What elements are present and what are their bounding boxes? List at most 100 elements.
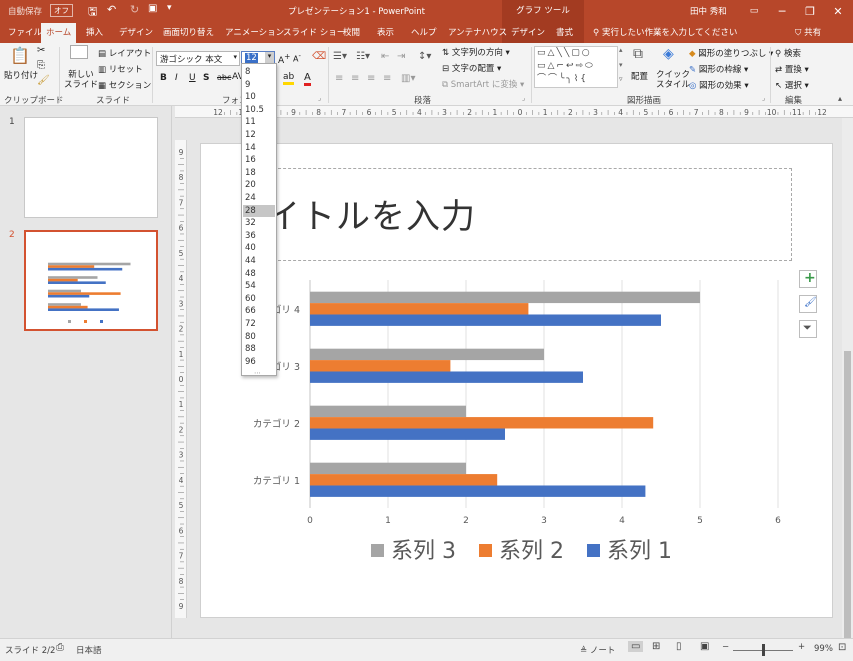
reset-button[interactable]: ▥ リセット <box>98 63 143 75</box>
clear-formatting-icon[interactable]: ⌫ <box>312 51 326 62</box>
new-slide-button[interactable]: 新しい スライド <box>64 70 98 90</box>
tab-insert[interactable]: 挿入 <box>81 23 108 43</box>
font-size-option[interactable]: 96 <box>243 356 275 369</box>
zoom-level[interactable]: 99% <box>814 644 833 654</box>
italic-icon[interactable]: I <box>175 73 178 83</box>
collapse-ribbon-icon[interactable]: ▴ <box>838 94 842 103</box>
bold-icon[interactable]: B <box>160 73 167 83</box>
reading-view-icon[interactable]: ▯ <box>676 641 682 652</box>
font-size-option[interactable]: 10 <box>243 91 275 104</box>
gallery-scroll-up-icon[interactable]: ▴ <box>619 46 623 54</box>
slide-thumbnail-1[interactable] <box>24 117 158 218</box>
columns-icon[interactable]: ▥▾ <box>401 73 415 84</box>
font-size-option[interactable]: 9 <box>243 79 275 92</box>
text-direction-button[interactable]: ⇅ 文字列の方向 ▾ <box>442 46 510 58</box>
autosave-toggle[interactable]: オフ <box>50 4 73 17</box>
copy-icon[interactable]: ⎘ <box>37 60 45 71</box>
zoom-in-icon[interactable]: + <box>798 642 805 652</box>
font-size-option[interactable]: 20 <box>243 179 275 192</box>
increase-indent-icon[interactable]: ⇥ <box>397 51 405 62</box>
highlight-icon[interactable]: ab <box>283 72 295 85</box>
close-button[interactable]: ✕ <box>824 0 852 23</box>
tell-me-search[interactable]: ⚲ 実行したい作業を入力してください <box>588 23 742 43</box>
font-size-option[interactable]: 12 <box>243 129 275 142</box>
select-button[interactable]: ↖ 選択 ▾ <box>775 79 809 91</box>
language-indicator[interactable]: 日本語 <box>76 644 102 656</box>
layout-button[interactable]: ▤ レイアウト <box>98 47 151 59</box>
smartart-button[interactable]: ⧉ SmartArt に変換 ▾ <box>442 78 524 90</box>
user-name[interactable]: 田中 秀和 <box>690 5 727 17</box>
font-size-option[interactable]: 48 <box>243 268 275 281</box>
font-size-option[interactable]: 72 <box>243 318 275 331</box>
replace-button[interactable]: ⇄ 置換 ▾ <box>775 63 809 75</box>
justify-icon[interactable]: ≡ <box>383 73 391 84</box>
dialog-launcher-icon[interactable]: ⌟ <box>522 94 525 102</box>
format-painter-icon[interactable]: 🖌 <box>37 75 50 86</box>
gallery-more-icon[interactable]: ▿ <box>619 75 623 83</box>
numbering-icon[interactable]: ☷▾ <box>356 51 370 62</box>
tab-view[interactable]: 表示 <box>372 23 399 43</box>
font-size-option[interactable]: 36 <box>243 230 275 243</box>
tab-review[interactable]: 校閲 <box>338 23 365 43</box>
new-slide-icon[interactable] <box>70 45 88 59</box>
quick-styles-icon[interactable]: ◈ <box>663 46 674 62</box>
align-text-button[interactable]: ⊟ 文字の配置 ▾ <box>442 62 501 74</box>
font-size-option[interactable]: 66 <box>243 305 275 318</box>
spellcheck-icon[interactable]: ⎙ <box>56 642 64 653</box>
minimize-button[interactable]: ─ <box>768 0 796 23</box>
arrange-button[interactable]: 配置 <box>631 70 648 82</box>
section-button[interactable]: ▦ セクション <box>98 79 151 91</box>
fit-to-window-icon[interactable]: ⊡ <box>838 642 846 653</box>
bullets-icon[interactable]: ☰▾ <box>333 51 347 62</box>
customize-qat-icon[interactable]: ▾ <box>167 3 172 13</box>
font-size-option[interactable]: 44 <box>243 255 275 268</box>
shapes-gallery[interactable]: ▭△╲╲▢○ ▭△⌐↩⇨⬭ ⌒⌒╰╮⌇{ <box>534 46 618 88</box>
font-name-combobox[interactable]: 游ゴシック 本文 ▾ <box>156 51 240 66</box>
slideshow-view-icon[interactable]: ▣ <box>700 641 709 652</box>
chart-filters-button[interactable]: ⏷ <box>799 320 817 338</box>
font-size-option[interactable]: 14 <box>243 142 275 155</box>
tab-home[interactable]: ホーム <box>41 23 77 43</box>
slide-thumbnail-2[interactable] <box>24 230 158 331</box>
arrange-icon[interactable]: ⧉ <box>633 46 643 62</box>
tab-chart-design[interactable]: デザイン <box>506 23 550 43</box>
redo-icon[interactable]: ↻ <box>130 3 139 16</box>
font-size-option[interactable]: 40 <box>243 242 275 255</box>
gallery-scroll-down-icon[interactable]: ▾ <box>619 61 623 69</box>
tab-transitions[interactable]: 画面切り替え <box>158 23 219 43</box>
ribbon-display-options-icon[interactable]: ▭ <box>740 0 768 23</box>
font-size-option[interactable]: 8 <box>243 66 275 79</box>
zoom-slider-handle[interactable] <box>762 644 765 656</box>
scrollbar-thumb[interactable] <box>844 351 851 641</box>
strikethrough-icon[interactable]: abc <box>217 73 231 82</box>
paste-icon[interactable]: 📋 <box>10 46 30 65</box>
chart-styles-button[interactable]: 🖌 <box>799 295 817 313</box>
tab-antennahouse[interactable]: アンテナハウス <box>443 23 512 43</box>
font-size-option[interactable]: 60 <box>243 293 275 306</box>
start-slideshow-icon[interactable]: ▣ <box>148 3 157 14</box>
font-size-option[interactable]: 10.5 <box>243 104 275 117</box>
save-icon[interactable]: 🖫 <box>88 3 97 22</box>
font-color-icon[interactable]: A <box>304 72 311 86</box>
zoom-out-icon[interactable]: − <box>722 642 729 652</box>
tab-design[interactable]: デザイン <box>114 23 158 43</box>
dropdown-resize-grip-icon[interactable]: ⋯ <box>254 369 261 377</box>
font-size-option[interactable]: 18 <box>243 167 275 180</box>
shape-outline-button[interactable]: ✎ 図形の枠線 ▾ <box>689 63 748 75</box>
font-size-option[interactable]: 16 <box>243 154 275 167</box>
font-size-option[interactable]: 88 <box>243 343 275 356</box>
underline-icon[interactable]: U <box>189 73 196 83</box>
restore-button[interactable]: ❐ <box>796 0 824 23</box>
paste-button[interactable]: 貼り付け <box>4 69 38 81</box>
dialog-launcher-icon[interactable]: ⌟ <box>762 94 765 102</box>
shadow-icon[interactable]: S <box>203 73 209 83</box>
font-size-option[interactable]: 80 <box>243 331 275 344</box>
slide-canvas[interactable]: タイトルを入力 0123456カテゴリ 1カテゴリ 2カテゴリ 3カテゴリ 4系… <box>200 143 833 618</box>
shape-effects-button[interactable]: ◎ 図形の効果 ▾ <box>689 79 749 91</box>
font-size-option[interactable]: 54 <box>243 280 275 293</box>
font-size-option[interactable]: 32 <box>243 217 275 230</box>
notes-button[interactable]: ≜ ノート <box>580 644 615 656</box>
increase-font-icon[interactable]: A+ <box>278 52 290 66</box>
shape-fill-button[interactable]: ◆ 図形の塗りつぶし ▾ <box>689 47 773 59</box>
tab-help[interactable]: ヘルプ <box>406 23 442 43</box>
